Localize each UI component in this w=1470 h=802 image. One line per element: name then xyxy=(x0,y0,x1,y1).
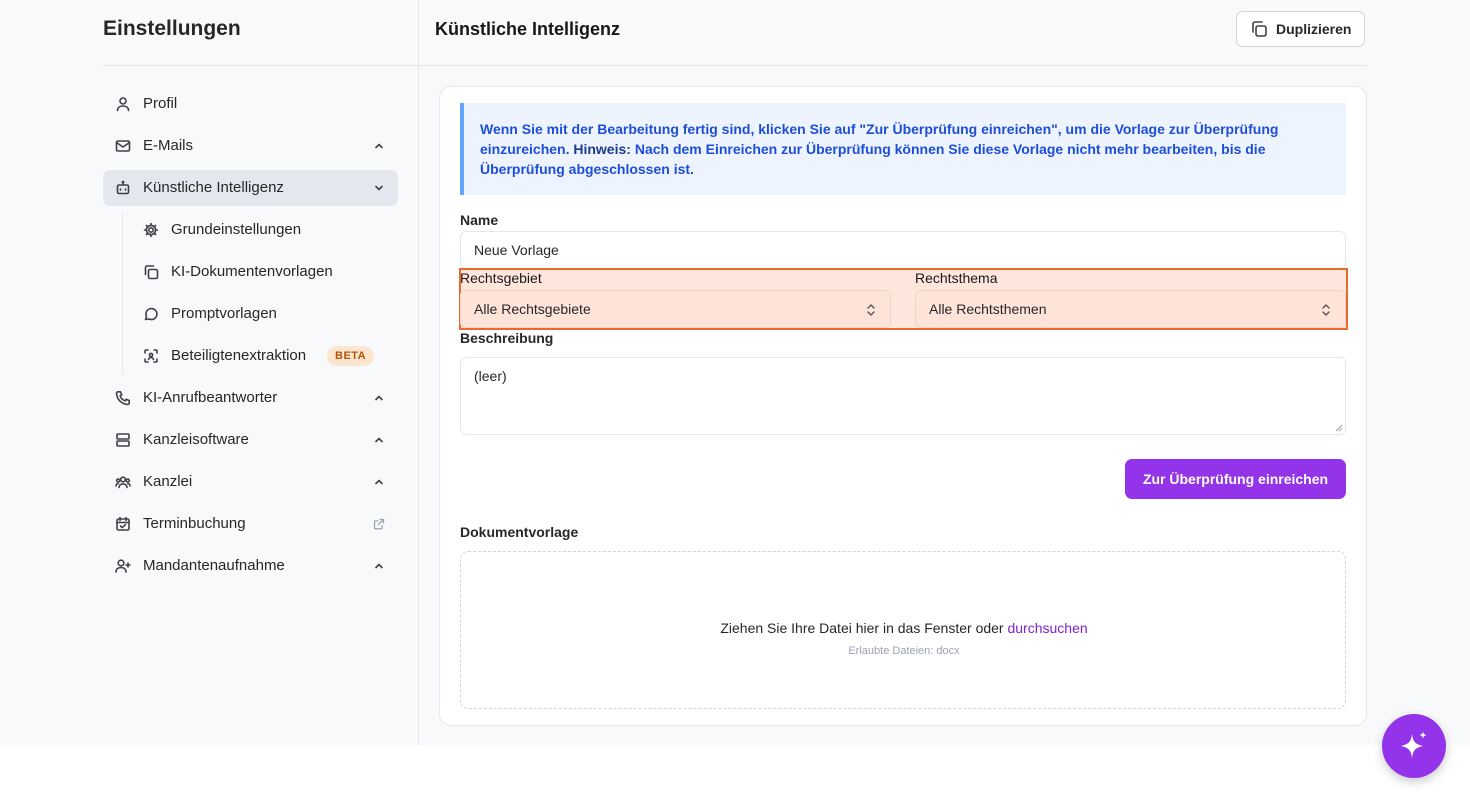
sidebar-item-label: Profil xyxy=(143,95,178,112)
name-label: Name xyxy=(460,212,499,228)
page-title: Künstliche Intelligenz xyxy=(435,19,621,39)
resize-handle-icon[interactable] xyxy=(1335,424,1343,432)
beschreibung-label: Beschreibung xyxy=(460,330,554,346)
gear-icon xyxy=(143,222,159,238)
sidebar-subitem-label: KI-Dokumentenvorlagen xyxy=(171,263,333,280)
sidebar-divider xyxy=(418,0,419,745)
dropzone-instruction: Ziehen Sie Ihre Datei hier in das Fenste… xyxy=(720,620,1008,636)
copy-icon xyxy=(144,265,159,280)
dokumentvorlage-label: Dokumentvorlage xyxy=(460,524,579,540)
sidebar-item-label: E-Mails xyxy=(143,137,194,154)
user-icon xyxy=(116,97,130,112)
rechtsgebiet-select[interactable]: Alle Rechtsgebiete xyxy=(460,290,891,328)
beta-badge: BETA xyxy=(327,346,375,366)
sidebar-item-kuenstliche-intelligenz[interactable]: Künstliche Intelligenz xyxy=(103,170,398,206)
submit-for-review-button[interactable]: Zur Überprüfung einreichen xyxy=(1125,459,1346,499)
sidebar-item-terminbuchung[interactable]: Terminbuchung xyxy=(103,506,398,542)
settings-title: Einstellungen xyxy=(103,17,241,40)
browse-link[interactable]: durchsuchen xyxy=(1007,620,1087,636)
chevron-up-icon xyxy=(375,395,383,401)
rechtsgebiet-value: Alle Rechtsgebiete xyxy=(474,301,591,317)
name-input[interactable]: Neue Vorlage xyxy=(460,231,1346,269)
sidebar-subitem-ki-dokumentenvorlagen[interactable]: KI-Dokumentenvorlagen xyxy=(131,254,398,290)
bot-icon xyxy=(116,180,130,195)
chevron-up-icon xyxy=(375,437,383,443)
sidebar-subitem-label: Grundeinstellungen xyxy=(171,221,302,238)
allowed-files-hint: Erlaubte Dateien: docx xyxy=(848,645,960,657)
sidebar-item-profil[interactable]: Profil xyxy=(103,86,398,122)
dropzone-text: Ziehen Sie Ihre Datei hier in das Fenste… xyxy=(461,620,1347,636)
submenu-line xyxy=(122,212,123,374)
file-dropzone[interactable]: Ziehen Sie Ihre Datei hier in das Fenste… xyxy=(460,551,1346,709)
beschreibung-textarea[interactable]: (leer) xyxy=(460,357,1346,435)
chevron-up-icon xyxy=(375,479,383,485)
sidebar-item-kanzleisoftware[interactable]: Kanzleisoftware xyxy=(103,422,398,458)
rechtsthema-select[interactable]: Alle Rechtsthemen xyxy=(915,290,1346,328)
external-link-icon xyxy=(373,518,385,530)
rechtsthema-value: Alle Rechtsthemen xyxy=(929,301,1047,317)
sidebar-subitem-grundeinstellungen[interactable]: Grundeinstellungen xyxy=(131,212,398,248)
user-plus-icon xyxy=(115,559,131,573)
duplicate-button[interactable]: Duplizieren xyxy=(1236,11,1365,47)
users-icon xyxy=(115,476,131,489)
sidebar-item-label: KI-Anrufbeantworter xyxy=(143,389,278,406)
info-notice: Wenn Sie mit der Bearbeitung fertig sind… xyxy=(460,103,1346,195)
sidebar-item-label: Kanzleisoftware xyxy=(143,431,249,448)
info-hint-label: Hinweis: xyxy=(573,141,631,157)
server-icon xyxy=(116,433,130,447)
sidebar-item-label: Künstliche Intelligenz xyxy=(143,179,284,196)
sidebar-item-label: Terminbuchung xyxy=(143,515,246,532)
sidebar-item-label: Kanzlei xyxy=(143,473,193,490)
scan-icon xyxy=(144,349,158,363)
sparkle-icon xyxy=(1401,731,1427,758)
sidebar-item-mandantenaufnahme[interactable]: Mandantenaufnahme xyxy=(103,548,398,584)
calendar-icon xyxy=(116,516,130,531)
copy-icon xyxy=(1252,21,1267,37)
sidebar-subitem-beteiligtenextraktion[interactable]: Beteiligtenextraktion BETA xyxy=(131,338,398,374)
sidebar-subitem-label: Promptvorlagen xyxy=(171,305,277,322)
header-divider xyxy=(103,65,1367,66)
sidebar-subitem-promptvorlagen[interactable]: Promptvorlagen xyxy=(131,296,398,332)
chevron-down-icon xyxy=(375,185,383,191)
sidebar-item-kanzlei[interactable]: Kanzlei xyxy=(103,464,398,500)
name-value: Neue Vorlage xyxy=(474,242,559,258)
phone-icon xyxy=(115,390,131,406)
sidebar-item-ki-anrufbeantworter[interactable]: KI-Anrufbeantworter xyxy=(103,380,398,416)
sidebar-subitem-label: Beteiligtenextraktion xyxy=(171,347,307,364)
duplicate-label: Duplizieren xyxy=(1276,21,1352,37)
sidebar-item-label: Mandantenaufnahme xyxy=(143,557,285,574)
mail-icon xyxy=(115,140,131,152)
chevron-updown-icon xyxy=(1322,304,1330,316)
chevron-updown-icon xyxy=(867,304,875,316)
rechtsgebiet-label: Rechtsgebiet xyxy=(460,270,542,286)
chevron-up-icon xyxy=(375,143,383,149)
sidebar-item-emails[interactable]: E-Mails xyxy=(103,128,398,164)
beschreibung-value: (leer) xyxy=(474,368,507,384)
ai-assistant-button[interactable] xyxy=(1382,714,1446,778)
chat-bubble-icon xyxy=(144,307,158,321)
chevron-up-icon xyxy=(375,563,383,569)
rechtsthema-label: Rechtsthema xyxy=(915,270,998,286)
